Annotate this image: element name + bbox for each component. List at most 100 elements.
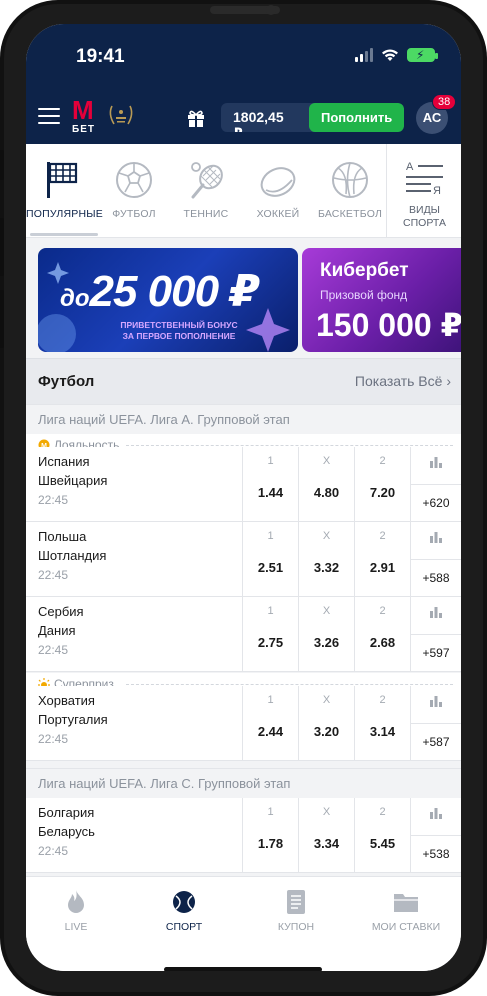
tab-basketball[interactable]: БАСКЕТБОЛ [314, 144, 386, 238]
nav-coupon[interactable]: КУПОН [246, 889, 346, 933]
prize-fund-amount: 150 000 ₽ [316, 307, 461, 343]
svg-text:Я: Я [433, 185, 441, 197]
team-away: Беларусь [38, 824, 95, 839]
team-home: Хорватия [38, 693, 95, 708]
stats-icon[interactable] [429, 695, 443, 707]
odd-draw[interactable]: X 3.34 [298, 798, 354, 872]
more-markets[interactable]: +597 [410, 597, 461, 671]
chevron-right-icon: › [446, 373, 451, 389]
match-row[interactable]: Хорватия Португалия 22:45 1 2.44 X 3.20 23… [26, 686, 461, 761]
topup-button[interactable]: Пополнить [309, 103, 404, 132]
more-markets[interactable]: +620 [410, 447, 461, 521]
odd-away[interactable]: 2 2.91 [354, 522, 410, 596]
promo-banners: до25 000 ₽ ПРИВЕТСТВЕННЫЙ БОНУС ЗА ПЕРВОЕ… [26, 238, 461, 358]
odd-away[interactable]: 2 2.68 [354, 597, 410, 671]
alphabet-list-icon: А Я [406, 161, 443, 197]
team-home: Болгария [38, 805, 95, 820]
nav-live[interactable]: LIVE [26, 889, 126, 933]
mute-switch [0, 150, 4, 180]
menu-icon[interactable] [38, 108, 60, 124]
cellular-signal-icon [355, 48, 373, 62]
balance-widget[interactable]: 1802,45 ₽ Пополнить [221, 103, 404, 132]
football-section-header: Футбол Показать Всё › [26, 358, 461, 404]
team-away: Дания [38, 623, 76, 638]
soccer-ball-icon [116, 162, 152, 198]
tab-tennis[interactable]: ТЕННИС [170, 144, 242, 238]
markets-count[interactable]: +597 [411, 646, 461, 660]
team-away: Шотландия [38, 548, 107, 563]
more-markets[interactable]: +538 [410, 798, 461, 872]
screen: 19:41 ⚡ M БЕТ 1802,45 Пополнить АС 38 ПО… [26, 24, 461, 971]
nav-my-bets[interactable]: МОИ СТАВКИ [356, 889, 456, 933]
odd-away[interactable]: 2 3.14 [354, 686, 410, 760]
flag-icon [47, 162, 78, 198]
app-header: 19:41 ⚡ M БЕТ 1802,45 Пополнить АС 38 [26, 24, 461, 144]
odd-draw[interactable]: X 3.32 [298, 522, 354, 596]
tab-label: ФУТБОЛ [112, 208, 156, 220]
welcome-bonus-banner[interactable]: до25 000 ₽ ПРИВЕТСТВЕННЫЙ БОНУС ЗА ПЕРВОЕ… [38, 248, 298, 352]
bonus-description: ПРИВЕТСТВЕННЫЙ БОНУС ЗА ПЕРВОЕ ПОПОЛНЕНИЕ [120, 320, 238, 341]
team-home: Испания [38, 454, 90, 469]
cyberbet-banner[interactable]: Кибербет Призовой фонд 150 000 ₽ [302, 248, 461, 352]
balance-amount[interactable]: 1802,45 ₽ [221, 103, 309, 132]
stats-icon[interactable] [429, 531, 443, 543]
all-sports-button[interactable]: А Я ВИДЫ СПОРТА [388, 144, 461, 238]
odd-draw[interactable]: X 3.26 [298, 597, 354, 671]
more-markets[interactable]: +588 [410, 522, 461, 596]
odd-home[interactable]: 1 2.75 [242, 597, 298, 671]
league-header[interactable]: Лига наций UEFA. Лига А. Групповой этап [26, 404, 461, 434]
more-markets[interactable]: +587 [410, 686, 461, 760]
home-indicator [164, 967, 322, 971]
tab-popular[interactable]: ПОПУЛЯРНЫЕ [26, 144, 103, 238]
match-row[interactable]: Польша Шотландия 22:45 1 2.51 X 3.32 2 2.91… [26, 522, 461, 597]
status-time: 19:41 [76, 46, 125, 67]
stats-icon[interactable] [429, 807, 443, 819]
markets-count[interactable]: +538 [411, 847, 461, 861]
odd-home[interactable]: 1 2.44 [242, 686, 298, 760]
odd-home[interactable]: 1 1.44 [242, 447, 298, 521]
volume-up-button [0, 218, 4, 276]
gift-icon[interactable] [186, 108, 206, 128]
tab-label: ТЕННИС [183, 208, 229, 220]
camera [266, 5, 276, 15]
all-sports-label: ВИДЫ СПОРТА [403, 204, 446, 229]
match-row[interactable]: Испания Швейцария 22:45 1 1.44 X 4.80 2 7.2… [26, 447, 461, 522]
stats-icon[interactable] [429, 456, 443, 468]
odd-draw[interactable]: X 3.20 [298, 686, 354, 760]
award-laurel-icon [109, 105, 133, 125]
markets-count[interactable]: +588 [411, 571, 461, 585]
odd-away[interactable]: 2 7.20 [354, 447, 410, 521]
tab-label: ХОККЕЙ [256, 208, 300, 220]
bottom-navigation: LIVE СПОРТ КУПОН МОИ СТАВКИ [26, 876, 461, 971]
odd-home[interactable]: 1 2.51 [242, 522, 298, 596]
basketball-icon [332, 162, 368, 198]
bonus-amount: до25 000 ₽ [60, 267, 260, 316]
nav-sport[interactable]: СПОРТ [134, 889, 234, 933]
match-row[interactable]: Сербия Дания 22:45 1 2.75 X 3.26 2 2.68 +59… [26, 597, 461, 672]
odd-draw[interactable]: X 4.80 [298, 447, 354, 521]
ball-icon [173, 891, 195, 913]
app-logo[interactable]: M БЕТ [72, 97, 100, 135]
league-header[interactable]: Лига наций UEFA. Лига C. Групповой этап [26, 768, 461, 798]
match-time: 22:45 [38, 568, 69, 582]
folder-icon [394, 894, 418, 912]
markets-count[interactable]: +620 [411, 496, 461, 510]
battery-icon: ⚡ [407, 48, 438, 62]
team-away: Португалия [38, 712, 108, 727]
tab-hockey[interactable]: ХОККЕЙ [242, 144, 314, 238]
tab-football[interactable]: ФУТБОЛ [98, 144, 170, 238]
status-icons: ⚡ [355, 48, 438, 62]
volume-down-button [0, 290, 4, 348]
tab-label: ПОПУЛЯРНЫЕ [26, 208, 103, 220]
match-row[interactable]: Болгария Беларусь 22:45 1 1.78 X 3.34 2 5.4… [26, 798, 461, 873]
section-title: Футбол [38, 373, 95, 390]
stats-icon[interactable] [429, 606, 443, 618]
sports-tabs: ПОПУЛЯРНЫЕ ФУТБОЛ ТЕННИС ХОККЕЙ БАСКЕТБО… [26, 144, 461, 238]
team-home: Польша [38, 529, 87, 544]
markets-count[interactable]: +587 [411, 735, 461, 749]
coupon-icon [287, 890, 305, 914]
odd-home[interactable]: 1 1.78 [242, 798, 298, 872]
odd-away[interactable]: 2 5.45 [354, 798, 410, 872]
show-all-link[interactable]: Показать Всё › [355, 373, 451, 389]
match-time: 22:45 [38, 844, 69, 858]
